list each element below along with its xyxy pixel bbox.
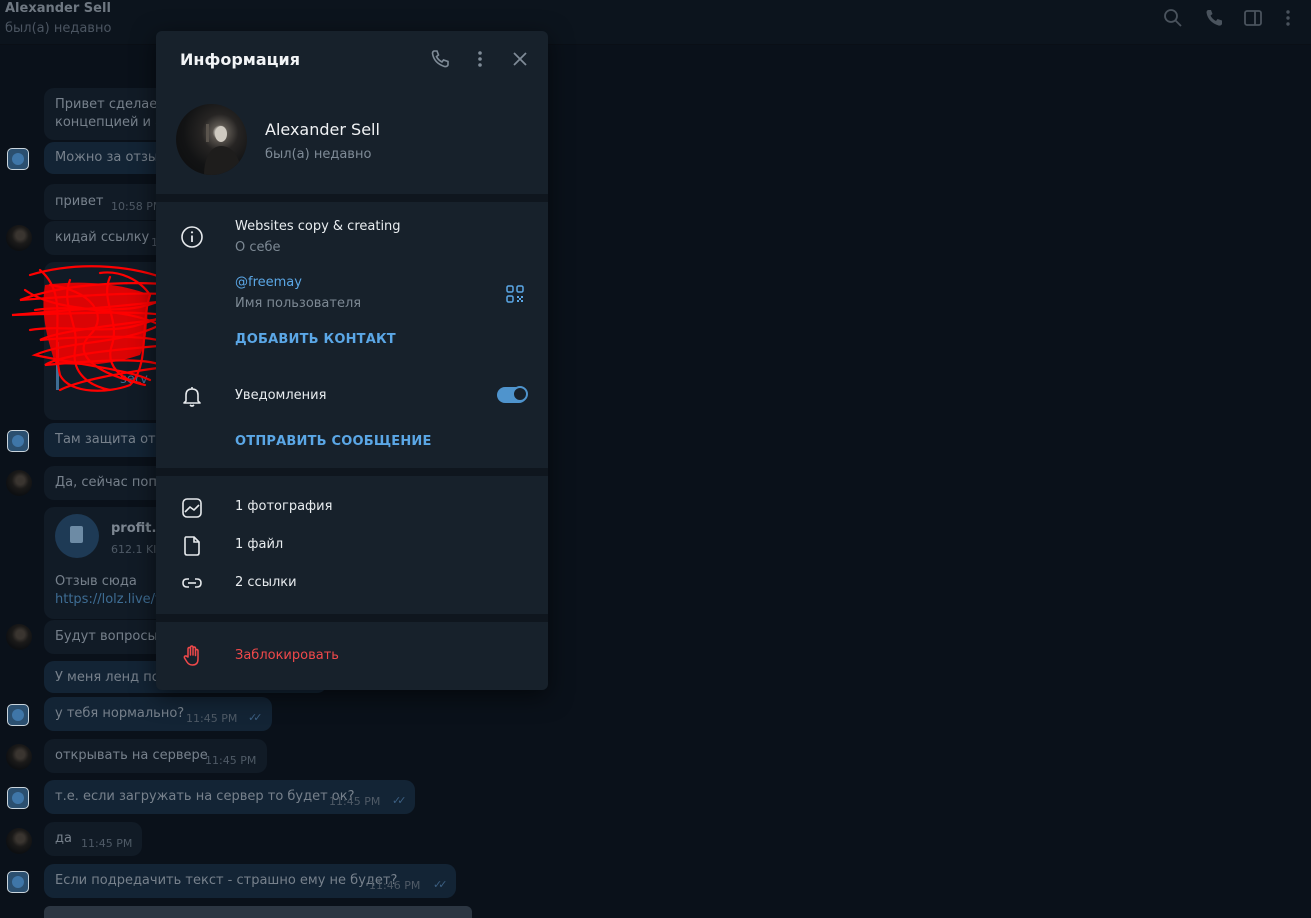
message-time: 11:45 PM <box>81 837 133 850</box>
info-icon <box>180 225 204 249</box>
chat-title[interactable]: Alexander Sell <box>5 1 111 16</box>
message-link[interactable]: https://lolz.live/th <box>55 592 168 607</box>
avatar[interactable] <box>7 871 29 893</box>
divider <box>156 614 548 622</box>
shared-links[interactable]: 2 ссылки <box>235 575 297 590</box>
bio-text[interactable]: Websites copy & creating <box>235 219 401 234</box>
bell-icon <box>180 384 204 408</box>
photo-icon <box>180 496 204 520</box>
phone-icon[interactable] <box>1204 8 1224 28</box>
bio-label: О себе <box>235 240 281 255</box>
message-text: Можно за отзыв <box>55 150 166 165</box>
profile-photo[interactable] <box>176 104 247 175</box>
message-time: 11:45 PM <box>205 754 257 767</box>
qr-code-icon[interactable] <box>505 284 525 304</box>
message-text: т.е. если загружать на сервер то будет о… <box>55 789 355 804</box>
divider <box>156 194 548 202</box>
more-icon[interactable] <box>1278 8 1298 28</box>
user-info-panel[interactable]: Информация Alexander Sell был(а) недавно… <box>156 31 548 690</box>
search-icon[interactable] <box>1163 8 1183 28</box>
message-bubble[interactable]: Привет сделаеш концепцией и ак <box>44 88 174 140</box>
avatar[interactable] <box>7 430 29 452</box>
more-icon[interactable] <box>469 48 491 70</box>
read-ticks-icon: ✓✓ <box>248 711 263 724</box>
profile-name: Alexander Sell <box>265 120 380 139</box>
avatar[interactable] <box>7 787 29 809</box>
avatar[interactable] <box>7 148 29 170</box>
message-text: кидай ссылку <box>55 230 150 245</box>
message-bubble[interactable]: Можно за отзыв <box>44 142 174 174</box>
message-bubble[interactable]: т.е. если загружать на сервер то будет о… <box>44 780 415 814</box>
close-icon[interactable] <box>509 48 531 70</box>
message-bubble[interactable]: Да, сейчас попро <box>44 466 174 500</box>
hand-stop-icon <box>180 644 204 668</box>
read-ticks-icon: ✓✓ <box>392 794 407 807</box>
message-time: 11:45 PM <box>186 712 238 725</box>
message-bubble[interactable] <box>44 906 472 918</box>
avatar[interactable] <box>6 744 32 770</box>
message-bubble[interactable]: profit.z 612.1 Kl Отзыв сюда https://lol… <box>44 507 174 619</box>
message-text: Отзыв сюда <box>55 574 137 589</box>
message-text: концепцией и ак <box>55 115 171 130</box>
avatar[interactable] <box>7 704 29 726</box>
message-bubble[interactable]: serv <box>44 262 174 420</box>
username-link[interactable]: @freemay <box>235 275 302 290</box>
message-bubble[interactable]: у тебя нормально? 11:45 PM ✓✓ <box>44 697 272 731</box>
message-bubble[interactable]: открывать на сервере 11:45 PM <box>44 739 267 773</box>
message-bubble[interactable]: привет 10:58 PM <box>44 184 174 220</box>
file-size: 612.1 Kl <box>111 543 157 556</box>
message-text: привет <box>55 194 104 209</box>
message-bubble[interactable]: Будут вопросы - <box>44 620 174 654</box>
add-contact-button[interactable]: ДОБАВИТЬ КОНТАКТ <box>235 332 396 347</box>
link-icon <box>180 571 204 595</box>
message-bubble[interactable]: кидай ссылку 1 <box>44 221 174 255</box>
message-bubble[interactable]: Если подредачить текст - страшно ему не … <box>44 864 456 898</box>
sidebar-icon[interactable] <box>1243 8 1263 28</box>
shared-photos[interactable]: 1 фотография <box>235 499 332 514</box>
message-bubble[interactable]: Там защита от к <box>44 423 174 457</box>
chat-status: был(а) недавно <box>5 21 112 36</box>
phone-icon[interactable] <box>429 48 451 70</box>
avatar[interactable] <box>6 225 32 251</box>
divider <box>156 468 548 476</box>
message-text: Привет сделаеш <box>55 97 170 112</box>
panel-title: Информация <box>180 50 300 69</box>
send-message-button[interactable]: ОТПРАВИТЬ СООБЩЕНИЕ <box>235 434 432 449</box>
read-ticks-icon: ✓✓ <box>433 878 448 891</box>
message-text: Будут вопросы - <box>55 629 167 644</box>
message-text: да <box>55 831 72 846</box>
shared-files[interactable]: 1 файл <box>235 537 283 552</box>
message-time: 10:58 PM <box>111 200 163 213</box>
message-text: Там защита от к <box>55 432 168 447</box>
file-icon[interactable] <box>55 514 99 558</box>
avatar[interactable] <box>6 828 32 854</box>
file-icon <box>180 534 204 558</box>
avatar[interactable] <box>6 470 32 496</box>
message-text: Если подредачить текст - страшно ему не … <box>55 873 398 888</box>
message-text[interactable]: serv <box>120 372 148 387</box>
message-text: У меня ленд по г <box>55 670 171 685</box>
message-bubble[interactable]: да 11:45 PM <box>44 822 142 856</box>
block-user-button[interactable]: Заблокировать <box>235 648 339 663</box>
username-label: Имя пользователя <box>235 296 362 311</box>
message-text: у тебя нормально? <box>55 706 185 721</box>
notifications-toggle[interactable] <box>497 386 528 403</box>
message-time: 11:46 PM <box>369 879 421 892</box>
notifications-label: Уведомления <box>235 388 327 403</box>
message-text: открывать на сервере <box>55 748 208 763</box>
avatar[interactable] <box>6 624 32 650</box>
profile-status: был(а) недавно <box>265 147 372 162</box>
message-time: 11:45 PM <box>329 795 381 808</box>
